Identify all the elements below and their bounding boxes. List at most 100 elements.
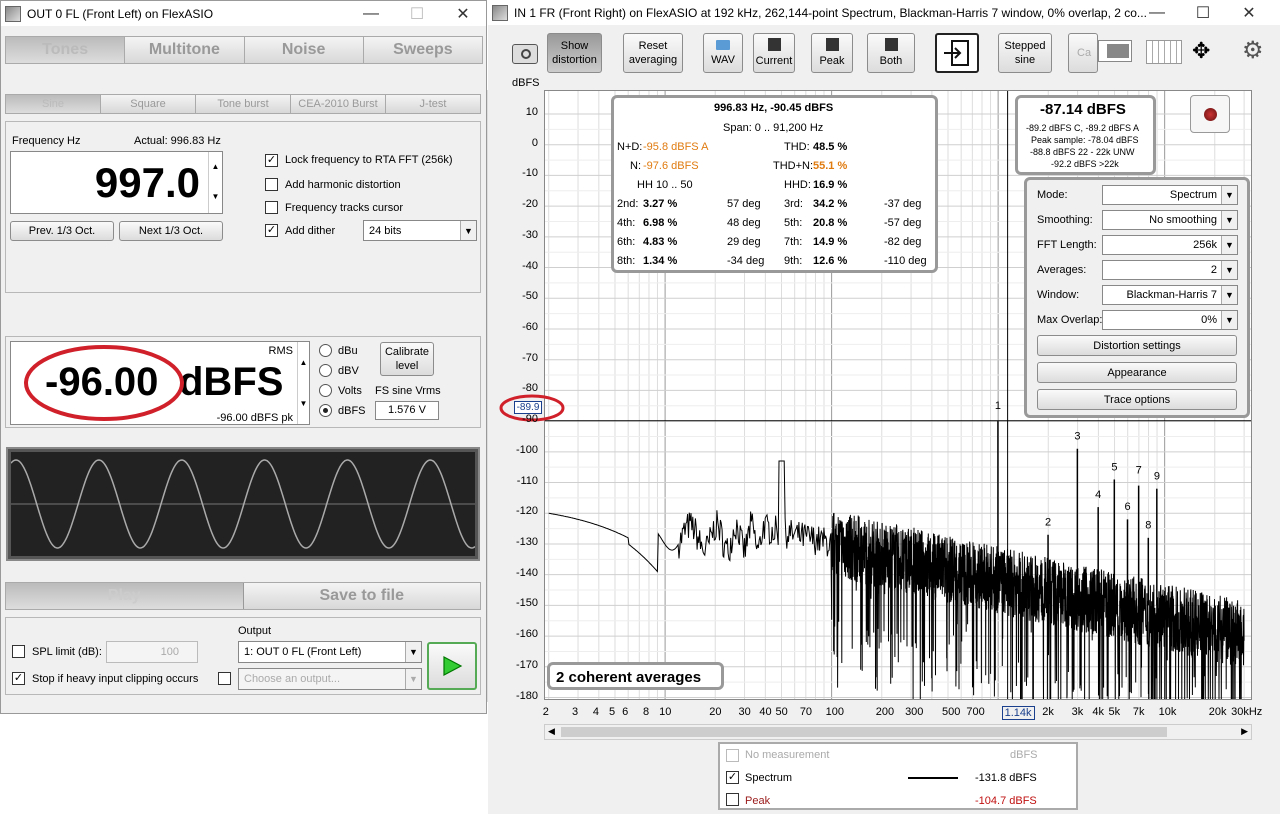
harmonic-cell: 4.83 % bbox=[643, 236, 678, 248]
tab-tones[interactable]: Tones bbox=[6, 37, 126, 63]
subtab-sine[interactable]: Sine bbox=[6, 95, 101, 113]
subtab-cea-burst[interactable]: CEA-2010 Burst bbox=[291, 95, 386, 113]
record-indicator-button[interactable] bbox=[1190, 95, 1230, 133]
save-to-file-button[interactable]: Save to file bbox=[243, 583, 480, 609]
setting-select[interactable]: No smoothing ▼ bbox=[1102, 210, 1238, 230]
frequency-scrollbar[interactable]: ◀ ▶ bbox=[544, 724, 1252, 740]
choose-output-select[interactable]: Choose an output... ▼ bbox=[238, 668, 422, 690]
y-tick-label: -130 bbox=[515, 535, 538, 548]
harmonic-distortion-label: Add harmonic distortion bbox=[285, 179, 401, 191]
signal-subtabs: Sine Square Tone burst CEA-2010 Burst J-… bbox=[5, 94, 481, 114]
x-tick-label: 10 bbox=[659, 706, 672, 718]
n-value: -97.6 dBFS bbox=[643, 160, 699, 172]
wav-button[interactable]: WAV bbox=[703, 33, 743, 73]
harmonic-cell: 3.27 % bbox=[643, 198, 678, 210]
frequency-field[interactable]: 997.0 ▲ ▼ bbox=[10, 151, 223, 214]
harmonic-label: 6 bbox=[1124, 501, 1130, 513]
tab-sweeps[interactable]: Sweeps bbox=[363, 37, 482, 63]
import-button[interactable] bbox=[935, 33, 979, 73]
generator-tabs: Tones Multitone Noise Sweeps bbox=[5, 36, 483, 64]
show-distortion-button[interactable]: Show distortion bbox=[547, 33, 602, 73]
save-current-button[interactable]: Current bbox=[753, 33, 795, 73]
tab-noise[interactable]: Noise bbox=[244, 37, 364, 63]
unit-label-dbv: dBV bbox=[338, 365, 359, 377]
play-tone-button[interactable] bbox=[427, 642, 477, 690]
reset-averaging-button[interactable]: Reset averaging bbox=[623, 33, 683, 73]
capture-button[interactable]: Ca bbox=[1068, 33, 1098, 73]
y-tick-label: -30 bbox=[522, 228, 538, 241]
spl-limit-field[interactable]: 100 bbox=[106, 641, 198, 663]
dither-bits-select[interactable]: 24 bits ▼ bbox=[363, 220, 477, 241]
distortion-settings-button[interactable]: Distortion settings bbox=[1037, 335, 1237, 356]
setting-value: Spectrum bbox=[1169, 189, 1217, 201]
setting-label: Averages: bbox=[1037, 264, 1087, 276]
unit-radio-dbv[interactable] bbox=[319, 364, 332, 377]
lock-frequency-checkbox[interactable]: ✓ bbox=[265, 154, 278, 167]
chevron-down-icon: ▼ bbox=[1221, 236, 1237, 254]
level-spinner[interactable]: ▲ ▼ bbox=[297, 342, 309, 424]
unit-radio-dbfs[interactable] bbox=[319, 404, 332, 417]
minimize-icon[interactable]: — bbox=[1134, 0, 1180, 25]
y-tick-label: -70 bbox=[522, 351, 538, 364]
layout-icon[interactable] bbox=[1098, 40, 1132, 62]
no-measurement-checkbox[interactable] bbox=[726, 749, 739, 762]
harmonic-cell: 4th: bbox=[617, 217, 636, 229]
chevron-down-icon: ▼ bbox=[460, 221, 476, 240]
harmonic-distortion-checkbox[interactable] bbox=[265, 178, 278, 191]
next-third-octave-button[interactable]: Next 1/3 Oct. bbox=[119, 221, 223, 241]
harmonic-label: 2 bbox=[1045, 517, 1051, 529]
maximize-icon[interactable]: ☐ bbox=[1180, 0, 1226, 25]
save-both-button[interactable]: Both bbox=[867, 33, 915, 73]
stepped-sine-button[interactable]: Stepped sine bbox=[998, 33, 1052, 73]
close-icon[interactable]: ✕ bbox=[440, 1, 486, 26]
move-arrows-icon[interactable]: ✥ bbox=[1192, 38, 1210, 64]
spectrum-checkbox[interactable]: ✓ bbox=[726, 771, 739, 784]
gear-icon[interactable]: ⚙ bbox=[1242, 38, 1264, 64]
columns-icon[interactable] bbox=[1146, 40, 1182, 64]
scroll-left-icon[interactable]: ◀ bbox=[548, 726, 555, 737]
setting-select[interactable]: 2 ▼ bbox=[1102, 260, 1238, 280]
setting-value: 2 bbox=[1210, 264, 1217, 276]
maximize-icon[interactable]: ☐ bbox=[394, 1, 440, 26]
appearance-button[interactable]: Appearance bbox=[1037, 362, 1237, 383]
calibrate-level-button[interactable]: Calibrate level bbox=[380, 342, 434, 376]
chevron-down-icon: ▼ bbox=[1221, 261, 1237, 279]
subtab-j-test[interactable]: J-test bbox=[386, 95, 480, 113]
tracks-cursor-checkbox[interactable] bbox=[265, 201, 278, 214]
save-peak-button[interactable]: Peak bbox=[811, 33, 853, 73]
spl-limit-checkbox[interactable] bbox=[12, 645, 25, 658]
setting-select[interactable]: 0% ▼ bbox=[1102, 310, 1238, 330]
scroll-right-icon[interactable]: ▶ bbox=[1241, 726, 1248, 737]
scroll-thumb[interactable] bbox=[561, 727, 1167, 737]
setting-select[interactable]: Blackman-Harris 7 ▼ bbox=[1102, 285, 1238, 305]
close-icon[interactable]: ✕ bbox=[1226, 0, 1272, 25]
camera-icon[interactable] bbox=[512, 44, 538, 64]
frequency-spinner[interactable]: ▲ ▼ bbox=[208, 152, 222, 213]
setting-select[interactable]: 256k ▼ bbox=[1102, 235, 1238, 255]
unit-radio-dbu[interactable] bbox=[319, 344, 332, 357]
prev-third-octave-button[interactable]: Prev. 1/3 Oct. bbox=[10, 221, 114, 241]
x-tick-label: 3 bbox=[572, 706, 579, 718]
peak-value: -104.7 dBFS bbox=[975, 795, 1037, 807]
rta-title: IN 1 FR (Front Right) on FlexASIO at 192… bbox=[514, 5, 1147, 20]
trace-options-button[interactable]: Trace options bbox=[1037, 389, 1237, 410]
subtab-square[interactable]: Square bbox=[101, 95, 196, 113]
output-select[interactable]: 1: OUT 0 FL (Front Left) ▼ bbox=[238, 641, 422, 663]
play-button[interactable]: Play bbox=[6, 583, 244, 609]
unit-radio-volts[interactable] bbox=[319, 384, 332, 397]
y-tick-label: 0 bbox=[531, 136, 538, 149]
y-tick-label: 10 bbox=[525, 106, 538, 118]
subtab-tone-burst[interactable]: Tone burst bbox=[196, 95, 291, 113]
tab-multitone[interactable]: Multitone bbox=[125, 37, 245, 63]
save-current-label: Current bbox=[755, 55, 793, 67]
add-dither-checkbox[interactable]: ✓ bbox=[265, 224, 278, 237]
stop-clipping-checkbox[interactable]: ✓ bbox=[12, 672, 25, 685]
output-label: Output bbox=[238, 625, 272, 637]
minimize-icon[interactable]: — bbox=[348, 1, 394, 26]
thdn-label: THD+N: bbox=[773, 160, 814, 172]
setting-select[interactable]: Spectrum ▼ bbox=[1102, 185, 1238, 205]
second-output-checkbox[interactable] bbox=[218, 672, 231, 685]
x-tick-label: 10k bbox=[1158, 706, 1177, 718]
fs-sine-field[interactable]: 1.576 V bbox=[375, 401, 439, 420]
peak-checkbox[interactable] bbox=[726, 793, 739, 806]
